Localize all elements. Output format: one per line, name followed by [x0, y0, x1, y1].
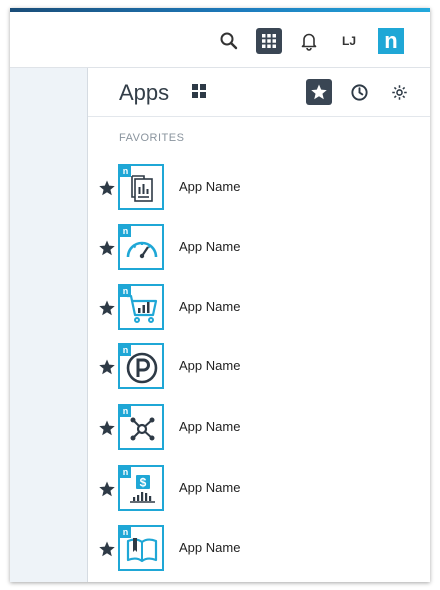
app-name[interactable]: App Name: [179, 239, 240, 254]
svg-text:$: $: [140, 476, 147, 490]
apps-grid-icon[interactable]: [256, 28, 282, 54]
app-tile[interactable]: n: [118, 224, 164, 270]
app-name[interactable]: App Name: [179, 480, 240, 495]
app-name[interactable]: App Name: [179, 540, 240, 555]
app-name[interactable]: App Name: [179, 179, 240, 194]
favorite-star-icon[interactable]: [98, 299, 116, 317]
bell-icon[interactable]: [296, 28, 322, 54]
grid-view-icon[interactable]: [190, 82, 208, 100]
favorite-star-icon[interactable]: [98, 239, 116, 257]
apps-panel: Apps FAVORITES n App Name n App Name n A…: [88, 68, 430, 582]
app-name[interactable]: App Name: [179, 419, 240, 434]
app-window: LJ n Apps FAVORITES n App Name n App Nam…: [10, 8, 430, 582]
settings-gear-icon[interactable]: [389, 82, 409, 102]
network-nodes-icon: [130, 417, 155, 441]
favorite-star-icon[interactable]: [98, 480, 116, 498]
search-icon[interactable]: [216, 28, 242, 54]
app-name[interactable]: App Name: [179, 299, 240, 314]
section-label-favorites: FAVORITES: [119, 132, 185, 144]
app-tile[interactable]: n $: [118, 465, 164, 511]
app-row[interactable]: n App Name: [88, 282, 430, 334]
user-initials[interactable]: LJ: [336, 28, 362, 54]
app-row[interactable]: n App Name: [88, 402, 430, 454]
dollar-chart-icon: $: [130, 475, 155, 503]
favorite-star-icon[interactable]: [98, 419, 116, 437]
recent-clock-icon[interactable]: [349, 82, 369, 102]
app-row[interactable]: n App Name: [88, 162, 430, 214]
favorite-star-icon[interactable]: [98, 179, 116, 197]
speedometer-icon: [126, 241, 158, 259]
app-row[interactable]: n App Name: [88, 222, 430, 274]
page-title: Apps: [119, 80, 170, 105]
app-tile[interactable]: n: [118, 404, 164, 450]
app-tile[interactable]: n: [118, 525, 164, 571]
favorites-star-icon[interactable]: [306, 79, 332, 105]
app-tile[interactable]: n: [118, 284, 164, 330]
app-tile[interactable]: n: [118, 343, 164, 389]
favorite-star-icon[interactable]: [98, 540, 116, 558]
shopping-cart-chart-icon: [127, 294, 158, 323]
brand-logo[interactable]: n: [378, 28, 404, 54]
app-name[interactable]: App Name: [179, 358, 240, 373]
letter-p-circle-icon: [126, 352, 158, 384]
top-bar: LJ n: [10, 12, 430, 68]
app-row[interactable]: n App Name: [88, 341, 430, 393]
documents-chart-icon: [131, 175, 153, 202]
app-tile[interactable]: n: [118, 164, 164, 210]
apps-panel-header: Apps: [88, 68, 430, 117]
open-book-icon: [126, 538, 158, 563]
favorite-star-icon[interactable]: [98, 358, 116, 376]
app-row[interactable]: n App Name: [88, 523, 430, 575]
app-row[interactable]: n $ App Name: [88, 463, 430, 515]
left-sidebar: [10, 68, 88, 582]
